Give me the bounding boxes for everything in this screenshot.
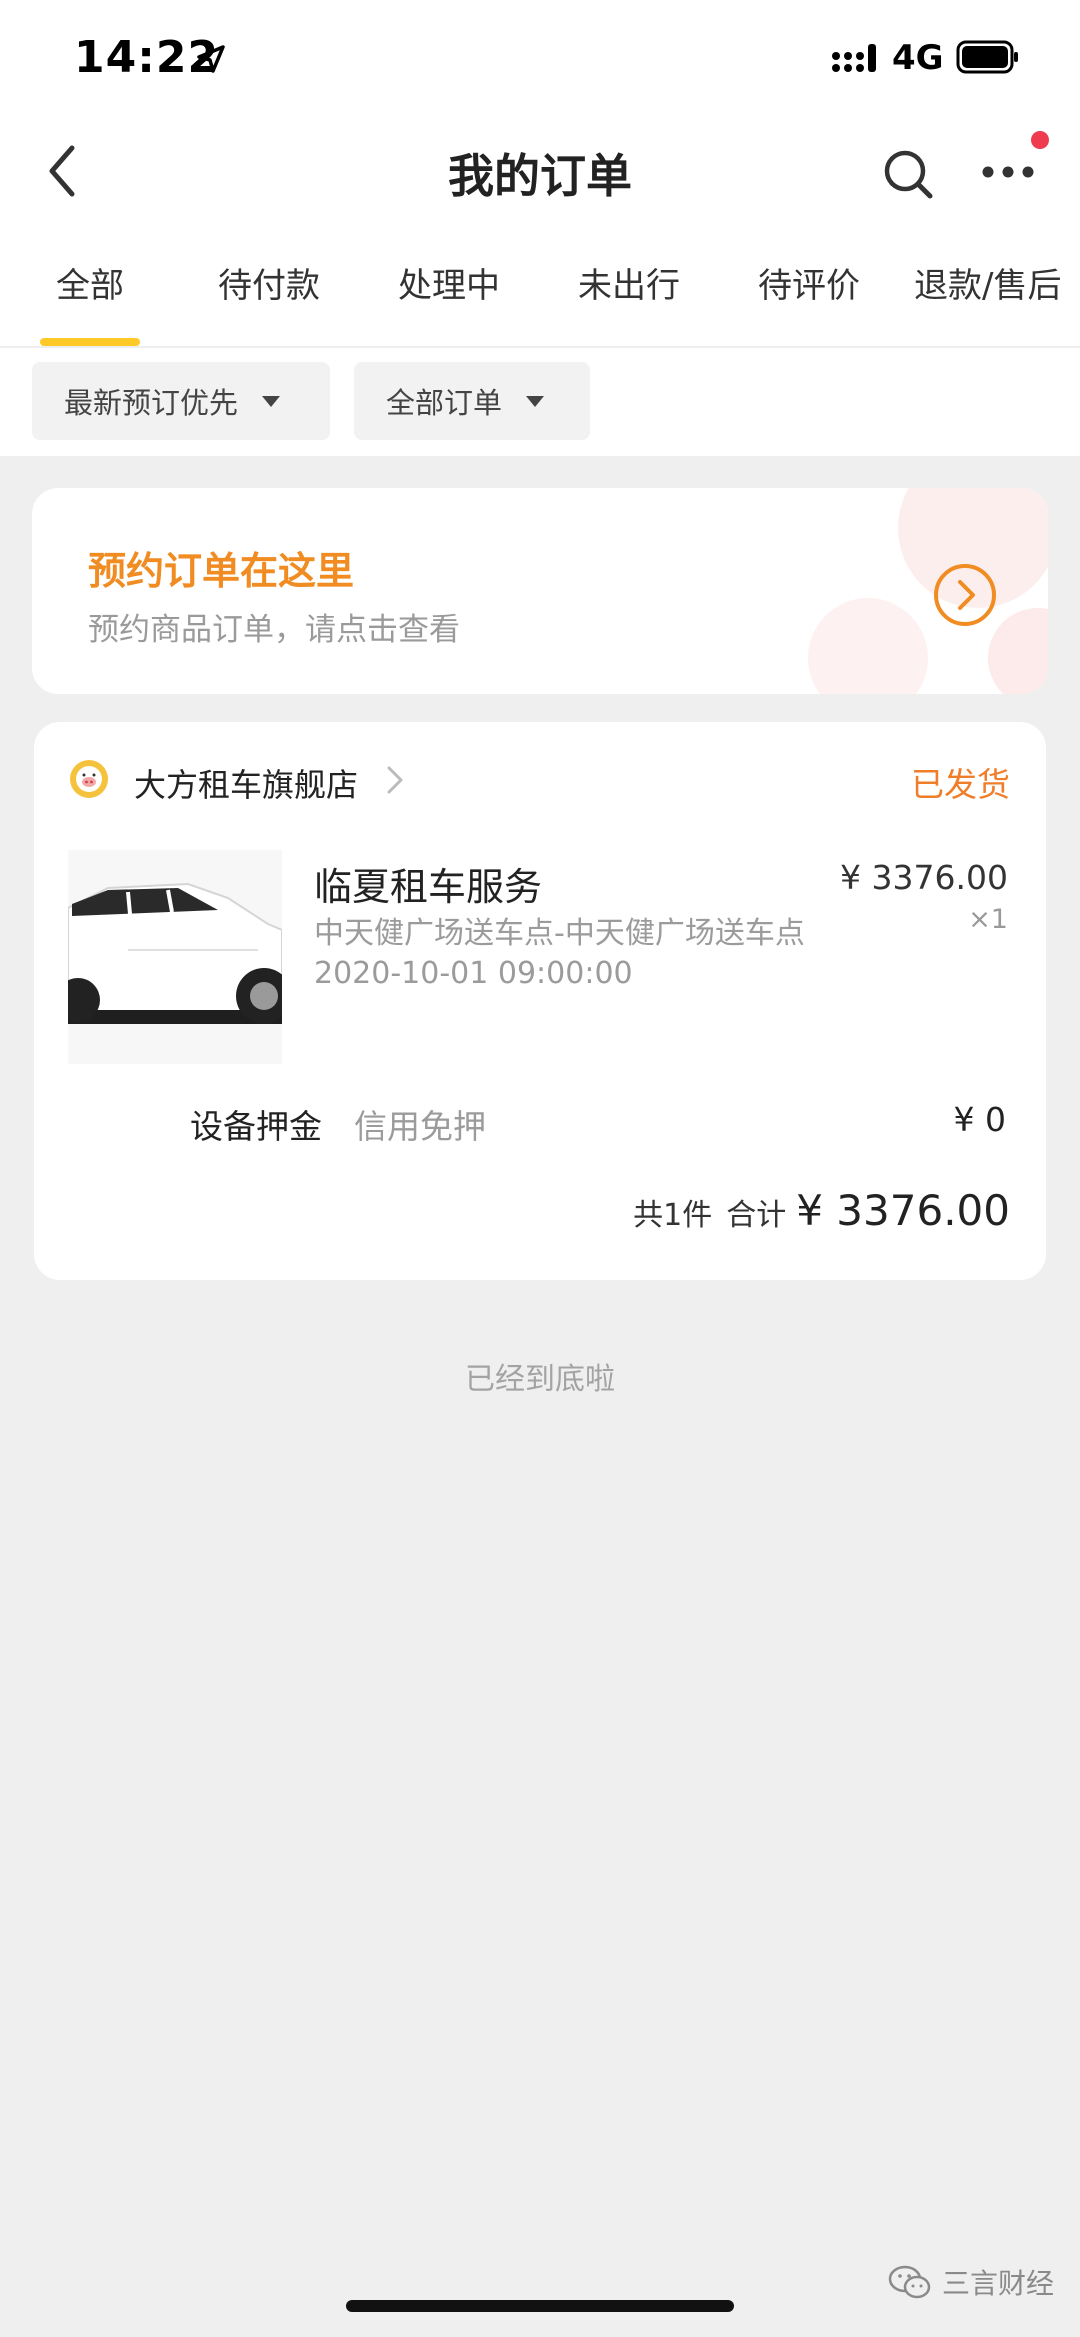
- tab-active-indicator: [40, 338, 140, 346]
- search-icon[interactable]: [882, 148, 934, 200]
- order-status: 已发货: [911, 765, 1010, 804]
- home-indicator[interactable]: [346, 2300, 734, 2312]
- tab-refund-after-sales[interactable]: 退款/售后: [914, 258, 1061, 307]
- order-type-label: 全部订单: [386, 386, 503, 420]
- sort-filter-dropdown[interactable]: 最新预订优先: [32, 362, 330, 440]
- booking-orders-banner[interactable]: 预约订单在这里 预约商品订单，请点击查看: [32, 488, 1048, 694]
- order-card[interactable]: 大方租车旗舰店 已发货 临夏租车服务 中天健广场送车点-中天健广场送车点 202…: [34, 722, 1046, 1280]
- banner-decoration: [808, 488, 1048, 694]
- total-amount: ¥ 3376.00: [796, 1186, 1010, 1235]
- signal-icon: [832, 44, 876, 72]
- tab-all[interactable]: 全部: [56, 258, 124, 307]
- tab-pending-payment[interactable]: 待付款: [218, 258, 320, 307]
- caret-down-icon: [262, 395, 281, 407]
- end-of-list-text: 已经到底啦: [465, 1362, 615, 1397]
- order-total-row: 共1件 合计 ¥ 3376.00: [633, 1186, 1010, 1235]
- order-tabs: 全部 待付款 处理中 未出行 待评价 退款/售后: [0, 258, 1080, 348]
- tab-not-traveled[interactable]: 未出行: [578, 258, 680, 307]
- deposit-note: 信用免押: [354, 1107, 486, 1146]
- network-type: 4G: [892, 38, 944, 78]
- product-title[interactable]: 临夏租车服务: [314, 856, 542, 911]
- sort-filter-label: 最新预订优先: [64, 386, 239, 420]
- location-arrow-icon: [197, 45, 225, 73]
- order-type-dropdown[interactable]: 全部订单: [354, 362, 590, 440]
- caret-down-icon: [526, 395, 545, 407]
- tab-pending-review[interactable]: 待评价: [758, 258, 860, 307]
- tab-processing[interactable]: 处理中: [398, 258, 500, 307]
- product-price: ¥ 3376.00: [840, 858, 1008, 897]
- watermark: 三言财经: [888, 2262, 1054, 2302]
- chevron-right-icon[interactable]: [386, 764, 404, 796]
- battery-icon: [956, 40, 1018, 74]
- total-label: 合计: [726, 1198, 787, 1233]
- tabs-divider: [0, 346, 1080, 348]
- product-image[interactable]: [68, 850, 282, 1064]
- product-quantity: ×1: [968, 904, 1008, 935]
- deposit-label: 设备押金: [190, 1107, 322, 1146]
- store-logo-icon: [70, 760, 108, 798]
- booking-banner-subtitle: 预约商品订单，请点击查看: [88, 612, 460, 648]
- notification-dot: [1031, 131, 1049, 149]
- store-name[interactable]: 大方租车旗舰店: [134, 760, 358, 806]
- wechat-icon: [888, 2265, 931, 2299]
- car-icon: [68, 850, 282, 1064]
- deposit-amount: ¥ 0: [953, 1100, 1006, 1139]
- booking-banner-title: 预约订单在这里: [88, 549, 355, 593]
- product-description: 中天健广场送车点-中天健广场送车点 2020-10-01 09:00:00: [314, 916, 805, 991]
- arrow-circle-right-icon[interactable]: [932, 562, 998, 628]
- watermark-text: 三言财经: [942, 2267, 1055, 2300]
- more-icon[interactable]: [980, 158, 1036, 186]
- total-count: 共1件: [633, 1198, 713, 1233]
